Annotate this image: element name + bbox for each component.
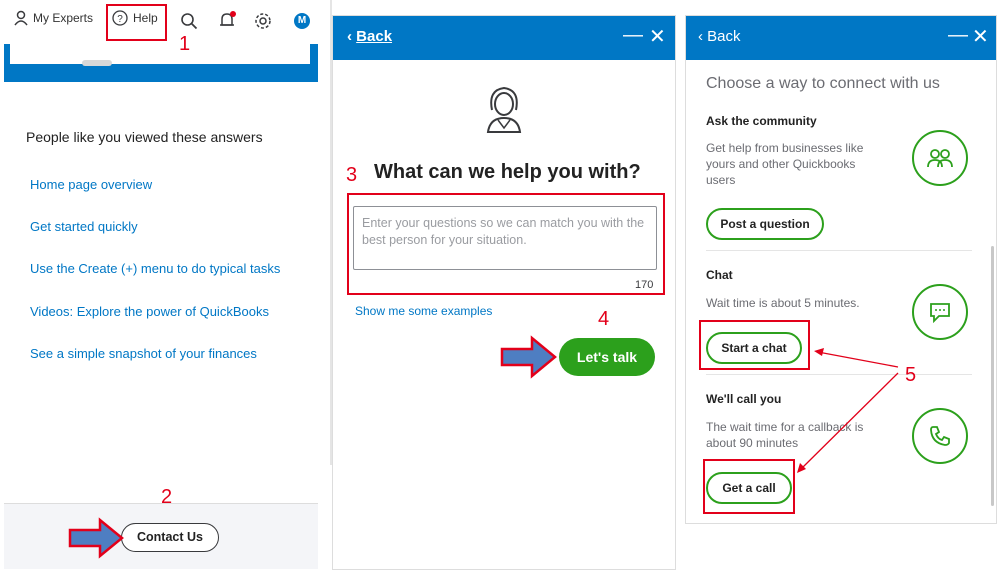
pointer-line-call [799,372,899,471]
arrow-to-lets-talk-icon [500,335,557,379]
pointer-line-chat [817,351,899,368]
pointer-head-chat [814,348,824,356]
annotation-arrows [68,335,899,559]
arrow-to-contact-icon [68,517,124,559]
